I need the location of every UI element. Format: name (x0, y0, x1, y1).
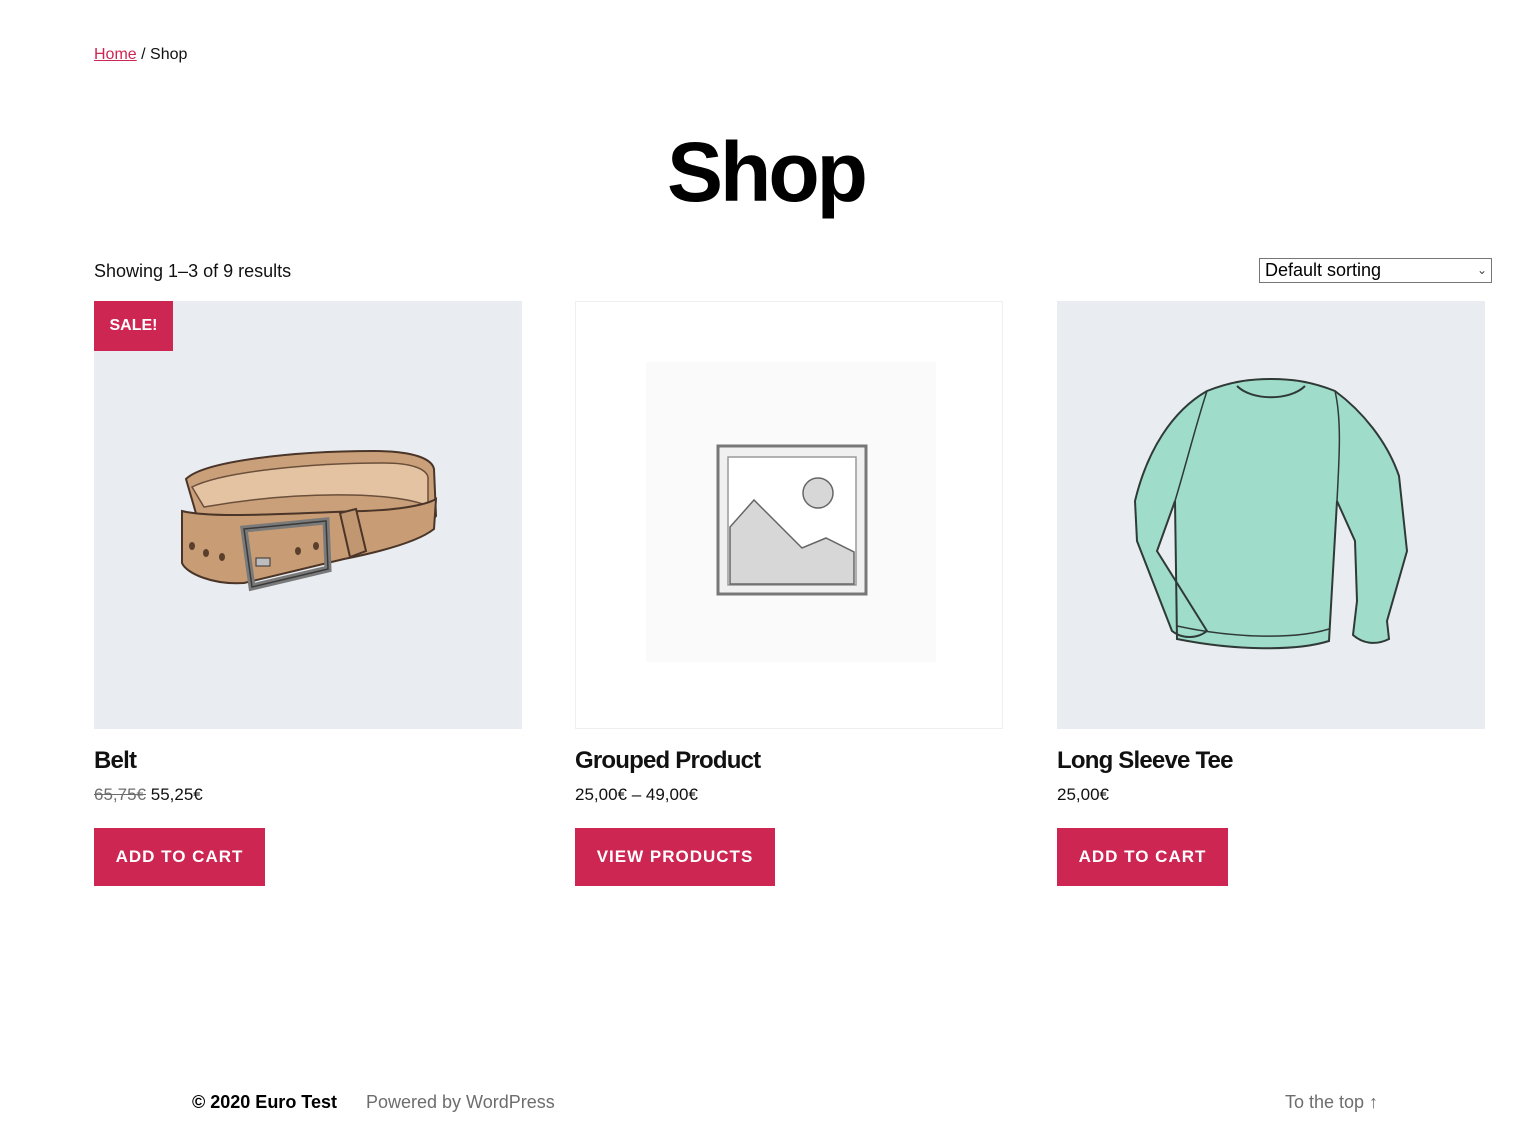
breadcrumb-separator: / (136, 46, 151, 63)
product-price-old: 65,75€ (94, 785, 146, 804)
product-image-grouped[interactable] (575, 301, 1003, 729)
sorting-select[interactable]: Default sorting ⌄ (1259, 258, 1492, 283)
product-price-sale: 55,25€ (150, 785, 203, 804)
product-card-long-sleeve-tee: Long Sleeve Tee 25,00€ ADD TO CART (1057, 301, 1485, 886)
placeholder-image-icon (646, 362, 936, 662)
add-to-cart-button[interactable]: ADD TO CART (1057, 828, 1228, 886)
breadcrumb-current: Shop (150, 46, 188, 63)
product-card-grouped: Grouped Product 25,00€ – 49,00€ VIEW PRO… (575, 301, 1003, 886)
product-name[interactable]: Belt (94, 746, 137, 776)
product-price: 65,75€ 55,25€ (94, 784, 203, 806)
to-the-top-link[interactable]: To the top ↑ (1285, 1091, 1378, 1113)
view-products-button[interactable]: VIEW PRODUCTS (575, 828, 775, 886)
result-count: Showing 1–3 of 9 results (94, 261, 292, 281)
breadcrumb-home-link[interactable]: Home (94, 46, 137, 63)
product-name[interactable]: Long Sleeve Tee (1057, 746, 1233, 776)
page-title: Shop (667, 125, 868, 219)
sale-badge: SALE! (94, 301, 173, 351)
belt-illustration (181, 449, 438, 592)
product-card-belt: SALE! Belt 65,75€ 55,25€ ADD TO CART (94, 301, 522, 886)
product-price: 25,00€ (1057, 785, 1109, 804)
product-name[interactable]: Grouped Product (575, 746, 761, 776)
add-to-cart-button[interactable]: ADD TO CART (94, 828, 265, 886)
breadcrumb: Home / Shop (94, 45, 187, 65)
long-sleeve-tee-illustration (1133, 377, 1409, 650)
footer-copyright[interactable]: © 2020 Euro Test (192, 1091, 337, 1113)
product-price: 25,00€ – 49,00€ (575, 785, 698, 804)
footer-powered-by[interactable]: Powered by WordPress (366, 1091, 555, 1113)
product-image-belt[interactable]: SALE! (94, 301, 522, 729)
product-image-long-sleeve-tee[interactable] (1057, 301, 1485, 729)
sorting-select-value: Default sorting (1265, 260, 1382, 280)
chevron-down-icon: ⌄ (1476, 263, 1487, 277)
